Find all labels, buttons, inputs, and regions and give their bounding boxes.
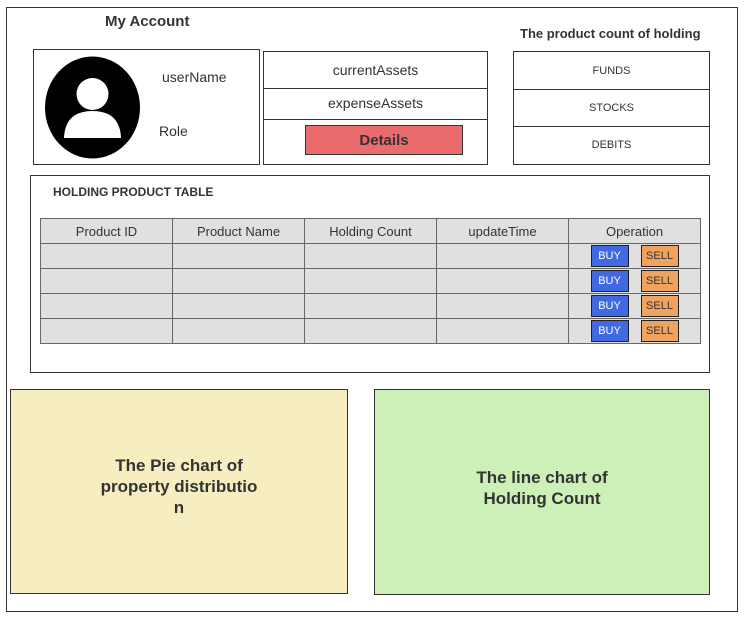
buy-button[interactable]: BUY <box>590 270 629 292</box>
line-chart-label-line: Holding Count <box>483 489 601 508</box>
table-cell <box>304 268 437 294</box>
line-chart-label-line: The line chart of <box>476 468 608 487</box>
assets-card: currentAssets expenseAssets Details <box>263 51 488 165</box>
avatar-icon <box>45 56 140 159</box>
operation-cell: BUY SELL <box>568 293 701 319</box>
product-count-list: FUNDS STOCKS DEBITS <box>513 51 710 165</box>
table-cell <box>40 293 173 319</box>
pie-chart-label-line: The Pie chart of <box>115 456 243 475</box>
divider <box>264 119 487 120</box>
table-cell <box>172 243 305 269</box>
table-cell <box>436 318 569 344</box>
buy-button[interactable]: BUY <box>590 295 629 317</box>
expense-assets-label: expenseAssets <box>328 95 423 111</box>
table-cell <box>304 318 437 344</box>
line-chart-label: The line chart of Holding Count <box>476 467 607 509</box>
table-row: BUY SELL <box>40 243 701 269</box>
buy-button[interactable]: BUY <box>590 245 629 267</box>
table-cell <box>40 318 173 344</box>
pie-chart-label-line: n <box>173 498 185 517</box>
sell-button[interactable]: SELL <box>640 295 679 317</box>
pie-chart-label-line: property distributio <box>100 477 258 496</box>
column-header: Product Name <box>172 218 305 244</box>
sell-button[interactable]: SELL <box>640 245 679 267</box>
table-row: BUY SELL <box>40 318 701 344</box>
sell-button[interactable]: SELL <box>640 320 679 342</box>
line-chart-panel: The line chart of Holding Count <box>374 389 710 595</box>
column-header: Holding Count <box>304 218 437 244</box>
pie-chart-panel: The Pie chart of property distributio n <box>10 389 348 594</box>
product-count-item: FUNDS <box>592 64 631 77</box>
details-button[interactable]: Details <box>305 125 463 155</box>
table-cell <box>40 243 173 269</box>
table-cell <box>172 293 305 319</box>
buy-button[interactable]: BUY <box>590 320 629 342</box>
column-header: Product ID <box>40 218 173 244</box>
column-header: updateTime <box>436 218 569 244</box>
account-title: My Account <box>105 13 190 30</box>
table-cell <box>436 243 569 269</box>
table-cell <box>304 243 437 269</box>
table-cell <box>172 318 305 344</box>
holding-table: Product ID Product Name Holding Count up… <box>40 218 701 344</box>
holding-table-title: HOLDING PRODUCT TABLE <box>53 185 214 199</box>
current-assets-label: currentAssets <box>332 62 419 78</box>
operation-cell: BUY SELL <box>568 243 701 269</box>
column-header: Operation <box>568 218 701 244</box>
product-count-item: DEBITS <box>591 139 632 151</box>
profile-card: userName Role <box>33 49 260 165</box>
role-label: Role <box>159 123 188 139</box>
table-cell <box>172 268 305 294</box>
pie-chart-label: The Pie chart of property distributio n <box>101 455 258 518</box>
product-count-title: The product count of holding <box>520 26 701 41</box>
product-count-item: STOCKS <box>588 101 635 114</box>
username-label: userName <box>162 69 227 85</box>
operation-cell: BUY SELL <box>568 268 701 294</box>
table-cell <box>304 293 437 319</box>
table-row: BUY SELL <box>40 268 701 294</box>
table-row: BUY SELL <box>40 293 701 319</box>
table-cell <box>436 268 569 294</box>
operation-cell: BUY SELL <box>568 318 701 344</box>
sell-button[interactable]: SELL <box>640 270 679 292</box>
table-cell <box>436 293 569 319</box>
table-cell <box>40 268 173 294</box>
